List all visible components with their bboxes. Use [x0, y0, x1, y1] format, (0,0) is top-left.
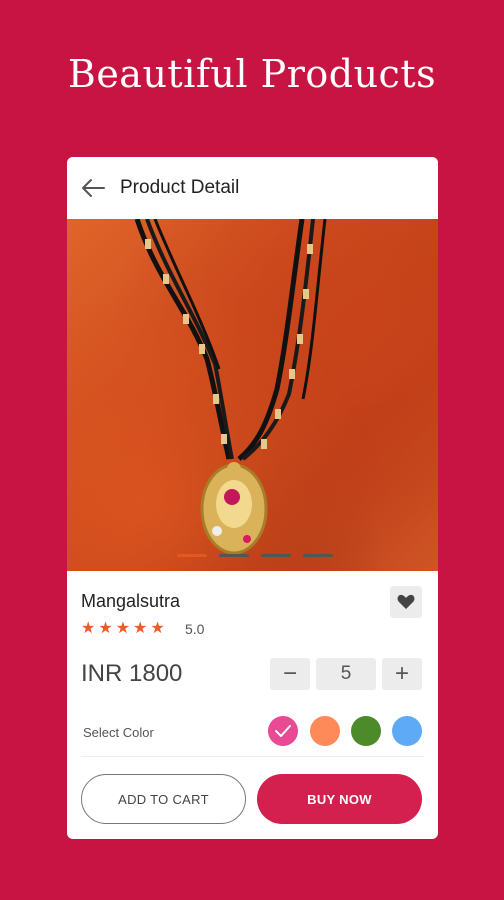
top-bar: Product Detail	[67, 157, 438, 219]
color-swatch-blue[interactable]	[392, 716, 422, 746]
gallery-dot[interactable]	[261, 554, 291, 557]
rating-value: 5.0	[185, 621, 205, 637]
necklace-illustration	[134, 219, 327, 555]
arrow-left-icon[interactable]	[80, 177, 106, 199]
heart-icon	[397, 594, 415, 609]
product-image[interactable]	[67, 219, 438, 571]
star-icon: ★	[133, 620, 148, 637]
star-icon: ★	[81, 620, 96, 637]
quantity-value[interactable]: 5	[316, 658, 376, 690]
divider	[81, 756, 424, 757]
star-icon: ★	[150, 620, 165, 637]
gallery-dot[interactable]	[177, 554, 207, 557]
rating-stars: ★ ★ ★ ★ ★	[81, 618, 168, 638]
page-title: Product Detail	[120, 177, 240, 198]
color-swatch-orange[interactable]	[310, 716, 340, 746]
select-color-label: Select Color	[83, 725, 154, 740]
check-icon	[275, 725, 291, 737]
banner-title: Beautiful Products	[67, 52, 437, 96]
product-card: Product Detail Mangalsutra ★ ★ ★ ★ ★ 5.0…	[67, 157, 438, 839]
product-price: INR 1800	[81, 660, 183, 687]
star-icon: ★	[98, 620, 113, 637]
color-swatch-green[interactable]	[351, 716, 381, 746]
color-swatch-pink[interactable]	[268, 716, 298, 746]
gallery-dot[interactable]	[303, 554, 333, 557]
star-icon: ★	[115, 620, 131, 637]
quantity-increase-button[interactable]: +	[382, 658, 422, 690]
gallery-indicator	[177, 554, 333, 558]
product-name: Mangalsutra	[81, 591, 181, 611]
buy-now-button[interactable]: BUY NOW	[257, 774, 422, 824]
gallery-dot[interactable]	[219, 554, 249, 557]
add-to-cart-button[interactable]: ADD TO CART	[81, 774, 246, 824]
quantity-decrease-button[interactable]: −	[270, 658, 310, 690]
favorite-button[interactable]	[390, 586, 422, 618]
